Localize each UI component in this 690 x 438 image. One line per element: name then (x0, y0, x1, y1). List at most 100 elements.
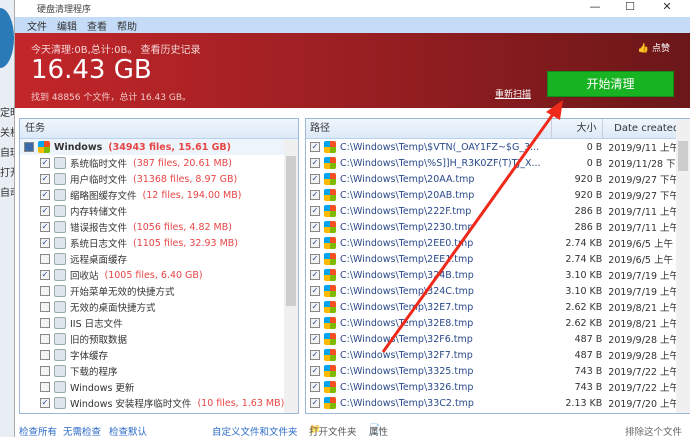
task-item[interactable]: 字体缓存 (20, 347, 298, 363)
file-row[interactable]: ✓ C:\Windows\Temp\3326.tmp 743 B 2019/7/22 … (306, 379, 690, 395)
close-button[interactable]: ✕ (652, 0, 682, 14)
task-icon (54, 381, 66, 393)
file-row[interactable]: ✓C:\Windows\Temp\33C3.tmp2.13 KB2019/7/2… (306, 411, 690, 413)
file-row[interactable]: ✓ C:\Windows\Temp\33C2.tmp 2.13 KB 2019/7/2… (306, 395, 690, 411)
task-stats: (1056 files, 4.82 MB) (133, 221, 232, 233)
task-checkbox[interactable] (40, 302, 50, 312)
file-size: 920 B (574, 173, 603, 185)
task-item[interactable]: ✓ 回收站 (1005 files, 6.40 GB) (20, 267, 298, 283)
task-item[interactable]: ✓ 内存转储文件 (20, 203, 298, 219)
check-all-link[interactable]: 检查所有 (19, 424, 57, 438)
task-checkbox[interactable]: ✓ (40, 158, 50, 168)
task-checkbox[interactable]: ✓ (40, 206, 50, 216)
file-row[interactable]: ✓ C:\Windows\Temp\20AB.tmp 920 B 2019/9/27 … (306, 187, 690, 203)
task-checkbox[interactable] (40, 254, 50, 264)
file-checkbox[interactable]: ✓ (310, 222, 320, 232)
file-checkbox[interactable]: ✓ (310, 174, 320, 184)
file-checkbox[interactable]: ✓ (310, 270, 320, 280)
history-link[interactable]: 今天清理:0B,总计:0B。 查看历史记录 (31, 41, 201, 56)
check-default-link[interactable]: 检查默认 (109, 424, 147, 438)
file-row[interactable]: ✓ C:\Windows\Temp\$VTN(_OAY1FZ~$G_3... 0 B… (306, 139, 690, 155)
group-checkbox[interactable] (24, 142, 34, 152)
task-stats: (1005 files, 6.40 GB) (104, 269, 203, 281)
scrollbar-thumb[interactable] (678, 141, 688, 171)
task-item[interactable]: IIS 日志文件 (20, 315, 298, 331)
menu-view[interactable]: 查看 (87, 18, 107, 33)
like-button[interactable]: 👍 点赞 (638, 41, 670, 54)
task-checkbox[interactable]: ✓ (40, 222, 50, 232)
task-checkbox[interactable]: ✓ (40, 190, 50, 200)
menu-help[interactable]: 帮助 (117, 18, 137, 33)
file-checkbox[interactable]: ✓ (310, 206, 320, 216)
file-row[interactable]: ✓ C:\Windows\Temp\2230.tmp 286 B 2019/7/11 … (306, 219, 690, 235)
file-row[interactable]: ✓ C:\Windows\Temp\2EE0.tmp 2.74 KB 2019/6/5… (306, 235, 690, 251)
task-item[interactable]: 远程桌面缓存 (20, 251, 298, 267)
file-row[interactable]: ✓ C:\Windows\Temp\32E7.tmp 2.62 KB 2019/8/2… (306, 299, 690, 315)
desktop-label: 定时 (0, 108, 14, 119)
task-checkbox[interactable]: ✓ (40, 238, 50, 248)
file-checkbox[interactable]: ✓ (310, 158, 320, 168)
file-row[interactable]: ✓ C:\Windows\Temp\3325.tmp 743 B 2019/7/22 … (306, 363, 690, 379)
task-item[interactable]: ✓ 错误报告文件 (1056 files, 4.82 MB) (20, 219, 298, 235)
file-checkbox[interactable]: ✓ (310, 318, 320, 328)
task-item[interactable]: ✓ 系统日志文件 (1105 files, 32.93 MB) (20, 235, 298, 251)
file-checkbox[interactable]: ✓ (310, 366, 320, 376)
file-checkbox[interactable]: ✓ (310, 302, 320, 312)
check-none-link[interactable]: 无需检查 (63, 424, 101, 438)
file-icon (324, 269, 336, 281)
maximize-button[interactable]: ☐ (615, 0, 645, 14)
file-checkbox[interactable]: ✓ (310, 286, 320, 296)
file-row[interactable]: ✓ C:\Windows\Temp\222F.tmp 286 B 2019/7/11 … (306, 203, 690, 219)
task-item[interactable]: 开始菜单无效的快捷方式 (20, 283, 298, 299)
task-item[interactable]: Windows 更新 (20, 379, 298, 395)
file-checkbox[interactable]: ✓ (310, 398, 320, 408)
file-row[interactable]: ✓ C:\Windows\Temp\2EE1.tmp 2.74 KB 2019/6/5… (306, 251, 690, 267)
task-item[interactable]: 旧的预取数据 (20, 331, 298, 347)
file-scrollbar[interactable] (676, 119, 690, 413)
menu-file[interactable]: 文件 (27, 18, 47, 33)
rescan-link[interactable]: 重新扫描 (495, 87, 531, 100)
custom-files-link[interactable]: 自定义文件和文件夹 (212, 424, 298, 438)
task-item[interactable]: ✓ Windows 安装程序临时文件 (10 files, 1.63 MB) (20, 395, 298, 411)
task-item[interactable]: 下载的程序 (20, 363, 298, 379)
column-size[interactable]: 大小 (550, 119, 603, 138)
file-row[interactable]: ✓ C:\Windows\Temp\20AA.tmp 920 B 2019/9/27 … (306, 171, 690, 187)
task-checkbox[interactable] (40, 366, 50, 376)
task-checkbox[interactable] (40, 286, 50, 296)
file-path: C:\Windows\Temp\20AB.tmp (340, 189, 475, 201)
file-checkbox[interactable]: ✓ (310, 350, 320, 360)
file-row[interactable]: ✓ C:\Windows\Temp\%S]]H_R3K0ZF(T)TJ_X... 0… (306, 155, 690, 171)
column-path[interactable]: 路径 (310, 119, 551, 138)
task-checkbox[interactable]: ✓ (40, 398, 50, 408)
task-item[interactable]: ✓ 系统临时文件 (387 files, 20.61 MB) (20, 155, 298, 171)
minimize-button[interactable]: — (580, 0, 610, 14)
task-checkbox[interactable] (40, 350, 50, 360)
file-checkbox[interactable]: ✓ (310, 334, 320, 344)
task-checkbox[interactable]: ✓ (40, 174, 50, 184)
task-item[interactable]: 无效的桌面快捷方式 (20, 299, 298, 315)
total-size: 16.43 GB (31, 55, 152, 85)
file-row[interactable]: ✓ C:\Windows\Temp\32E8.tmp 2.62 KB 2019/8/2… (306, 315, 690, 331)
task-checkbox[interactable] (40, 382, 50, 392)
file-path: C:\Windows\Temp\32E7.tmp (340, 301, 474, 313)
file-row[interactable]: ✓ C:\Windows\Temp\32F7.tmp 487 B 2019/9/28 … (306, 347, 690, 363)
task-scrollbar[interactable] (284, 140, 298, 413)
file-checkbox[interactable]: ✓ (310, 142, 320, 152)
task-checkbox[interactable]: ✓ (40, 270, 50, 280)
file-checkbox[interactable]: ✓ (310, 238, 320, 248)
file-checkbox[interactable]: ✓ (310, 254, 320, 264)
task-item[interactable]: ✓ 缩略图缓存文件 (12 files, 194.00 MB) (20, 187, 298, 203)
task-checkbox[interactable] (40, 334, 50, 344)
menu-edit[interactable]: 编辑 (57, 18, 77, 33)
file-row[interactable]: ✓ C:\Windows\Temp\324C.tmp 3.10 KB 2019/7/1… (306, 283, 690, 299)
scrollbar-thumb[interactable] (286, 156, 296, 306)
file-checkbox[interactable]: ✓ (310, 190, 320, 200)
file-checkbox[interactable]: ✓ (310, 382, 320, 392)
exclude-file-button[interactable]: 排除这个文件 (625, 424, 682, 438)
file-row[interactable]: ✓ C:\Windows\Temp\324B.tmp 3.10 KB 2019/7/1… (306, 267, 690, 283)
start-clean-button[interactable]: 开始清理 (547, 71, 674, 97)
task-checkbox[interactable] (40, 318, 50, 328)
task-item[interactable]: ✓ 用户临时文件 (31368 files, 8.97 GB) (20, 171, 298, 187)
file-row[interactable]: ✓ C:\Windows\Temp\32F6.tmp 487 B 2019/9/28 … (306, 331, 690, 347)
task-group-windows[interactable]: Windows (34943 files, 15.61 GB) (20, 139, 298, 155)
